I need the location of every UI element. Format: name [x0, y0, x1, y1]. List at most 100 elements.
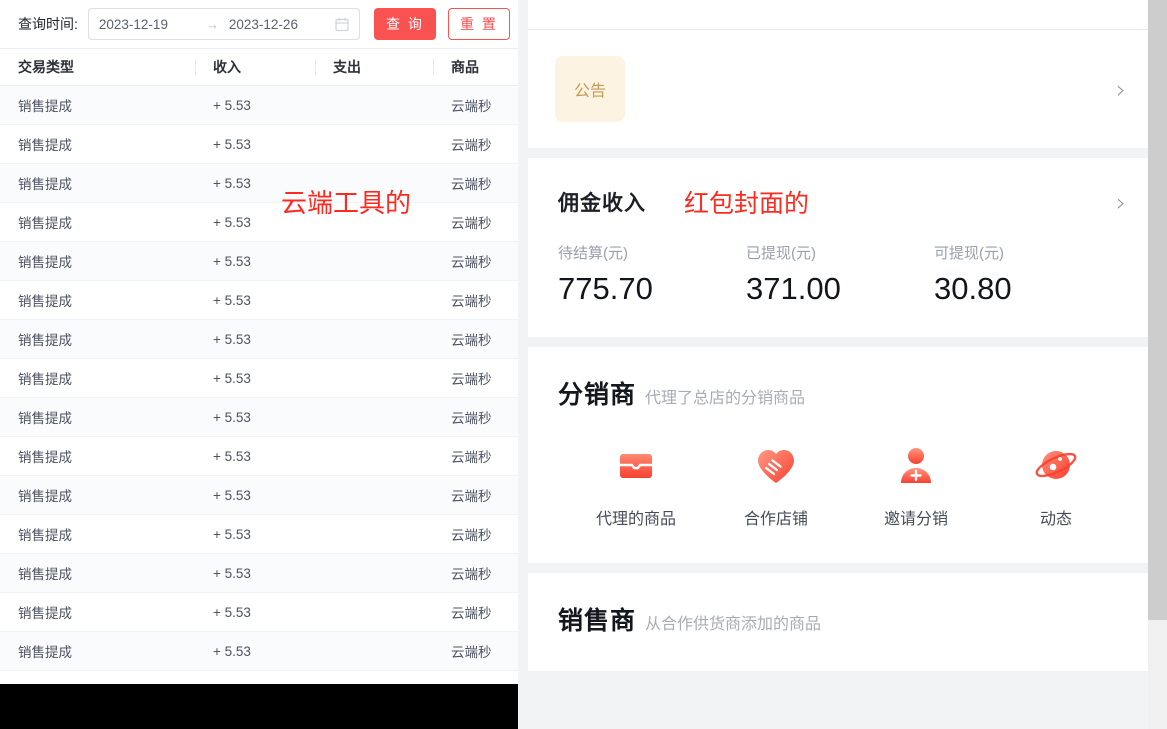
table-row[interactable]: 销售提成+ 5.53云端秒 — [0, 359, 518, 398]
column-header-income: 收入 — [195, 57, 315, 77]
cell-product: 云端秒 — [433, 485, 518, 505]
cell-product: 云端秒 — [433, 446, 518, 466]
cell-income: + 5.53 — [195, 449, 315, 464]
cell-transaction-type: 销售提成 — [0, 251, 195, 271]
stat-value: 30.80 — [934, 271, 1122, 307]
table-header-row: 交易类型 收入 支出 商品 — [0, 48, 518, 86]
table-row[interactable]: 销售提成+ 5.53云端秒 — [0, 593, 518, 632]
column-header-product: 商品 — [433, 57, 518, 77]
commission-stats: 待结算(元)775.70已提现(元)371.00可提现(元)30.80 — [558, 242, 1126, 307]
table-row[interactable]: 销售提成+ 5.53 云端秒 — [0, 281, 518, 320]
query-time-label: 查询时间: — [18, 14, 78, 34]
cell-product: 云端秒 — [433, 251, 518, 271]
date-start-input[interactable]: 2023-12-19 — [99, 17, 195, 32]
announcement-badge: 公告 — [555, 56, 625, 122]
cell-income: + 5.53 — [195, 410, 315, 425]
commission-title: 佣金收入 — [558, 187, 646, 217]
commission-income-card[interactable]: 佣金收入 红包封面的 › 待结算(元)775.70已提现(元)371.00可提现… — [528, 158, 1148, 337]
distributor-icon-grid: 代理的商品合作店铺邀请分销动态 — [558, 441, 1126, 529]
distributor-item[interactable]: 邀请分销 — [846, 441, 986, 529]
top-strip — [528, 0, 1148, 30]
cell-transaction-type: 销售提成 — [0, 368, 195, 388]
scrollbar-thumb[interactable] — [1148, 0, 1167, 620]
cell-income: + 5.53 — [195, 98, 315, 113]
cell-product: 云端秒 — [433, 641, 518, 661]
distributor-subtitle: 代理了总店的分销商品 — [645, 384, 805, 408]
stat-label: 待结算(元) — [558, 242, 746, 263]
table-row[interactable]: 销售提成+ 5.53云端秒 — [0, 554, 518, 593]
cell-income: + 5.53 — [195, 605, 315, 620]
cell-transaction-type: 销售提成 — [0, 485, 195, 505]
stat-value: 775.70 — [558, 271, 746, 307]
cell-income: + 5.53 — [195, 137, 315, 152]
cell-transaction-type: 销售提成 — [0, 95, 195, 115]
distributor-item[interactable]: 代理的商品 — [566, 441, 706, 529]
seller-subtitle: 从合作供货商添加的商品 — [645, 610, 821, 634]
distributor-title: 分销商 — [558, 375, 636, 411]
calendar-icon[interactable] — [335, 17, 349, 32]
transaction-table: 交易类型 收入 支出 商品 销售提成+ 5.53云端秒销售提成+ 5.53云端秒… — [0, 48, 518, 671]
seller-title: 销售商 — [558, 601, 636, 637]
scrollbar-track[interactable] — [1148, 0, 1167, 729]
chevron-right-icon[interactable]: › — [1116, 190, 1126, 215]
panel-gap — [518, 0, 528, 729]
commission-header: 佣金收入 红包封面的 › — [558, 184, 1126, 220]
reset-button[interactable]: 重 置 — [448, 8, 510, 40]
cell-product: 云端秒 — [433, 407, 518, 427]
date-range-picker[interactable]: 2023-12-19 → 2023-12-26 — [88, 8, 360, 40]
cell-transaction-type: 销售提成 — [0, 290, 195, 310]
distributor-item[interactable]: 合作店铺 — [706, 441, 846, 529]
cell-income: + 5.53 — [195, 332, 315, 347]
column-header-expense: 支出 — [315, 57, 433, 77]
announcement-card[interactable]: 公告 › — [528, 30, 1148, 148]
distributor-header: 分销商 代理了总店的分销商品 — [558, 375, 1126, 411]
table-row[interactable]: 销售提成+ 5.53云端秒 — [0, 164, 518, 203]
distributor-item[interactable]: 动态 — [986, 441, 1126, 529]
bottom-black-bar — [0, 684, 518, 729]
table-row[interactable]: 销售提成+ 5.53 云端秒 — [0, 86, 518, 125]
cell-income: + 5.53 — [195, 293, 315, 308]
stat-label: 可提现(元) — [934, 242, 1122, 263]
heart-handshake-icon — [751, 441, 801, 491]
column-header-type: 交易类型 — [0, 57, 195, 77]
table-row[interactable]: 销售提成+ 5.53 云端秒 — [0, 398, 518, 437]
cell-transaction-type: 销售提成 — [0, 134, 195, 154]
transaction-list-panel: 查询时间: 2023-12-19 → 2023-12-26 查 询 重 置 交易… — [0, 0, 518, 729]
cell-product: 云端秒 — [433, 134, 518, 154]
cell-income: + 5.53 — [195, 254, 315, 269]
range-arrow-icon: → — [195, 17, 229, 32]
cell-product: 云端秒 — [433, 368, 518, 388]
table-row[interactable]: 销售提成+ 5.53云端秒 — [0, 515, 518, 554]
cell-transaction-type: 销售提成 — [0, 446, 195, 466]
table-row[interactable]: 销售提成+ 5.53云端秒 — [0, 632, 518, 671]
table-row[interactable]: 销售提成+ 5.53 云端秒 — [0, 242, 518, 281]
stat-item: 待结算(元) 775.70 — [558, 242, 746, 307]
table-row[interactable]: 销售提成+ 5.53 云端秒 — [0, 125, 518, 164]
seller-header: 销售商 从合作供货商添加的商品 — [558, 601, 1126, 637]
cell-transaction-type: 销售提成 — [0, 329, 195, 349]
chevron-right-icon[interactable]: › — [1116, 77, 1126, 102]
cell-income: + 5.53 — [195, 566, 315, 581]
cell-transaction-type: 销售提成 — [0, 641, 195, 661]
filter-bar: 查询时间: 2023-12-19 → 2023-12-26 查 询 重 置 — [0, 0, 518, 48]
dashboard-panel: 公告 › 佣金收入 红包封面的 › 待结算(元)775.70已提现(元)371.… — [528, 0, 1148, 729]
query-button[interactable]: 查 询 — [374, 8, 436, 40]
cell-product: 云端秒 — [433, 524, 518, 544]
cell-product: 云端秒 — [433, 290, 518, 310]
date-end-input[interactable]: 2023-12-26 — [229, 17, 325, 32]
stat-value: 371.00 — [746, 271, 934, 307]
table-row[interactable]: 销售提成+ 5.53 云端秒 — [0, 437, 518, 476]
table-row[interactable]: 销售提成+ 5.53云端秒 — [0, 203, 518, 242]
cell-transaction-type: 销售提成 — [0, 407, 195, 427]
table-row[interactable]: 销售提成+ 5.53云端秒 — [0, 476, 518, 515]
cell-product: 云端秒 — [433, 563, 518, 583]
cell-income: + 5.53 — [195, 527, 315, 542]
cell-transaction-type: 销售提成 — [0, 173, 195, 193]
table-body: 销售提成+ 5.53云端秒销售提成+ 5.53云端秒销售提成+ 5.53云端秒销… — [0, 86, 518, 671]
cell-product: 云端秒 — [433, 95, 518, 115]
seller-card: 销售商 从合作供货商添加的商品 — [528, 573, 1148, 671]
planet-icon — [1031, 441, 1081, 491]
distributor-item-label: 动态 — [1040, 505, 1072, 529]
table-row[interactable]: 销售提成+ 5.53云端秒 — [0, 320, 518, 359]
cell-product: 云端秒 — [433, 602, 518, 622]
